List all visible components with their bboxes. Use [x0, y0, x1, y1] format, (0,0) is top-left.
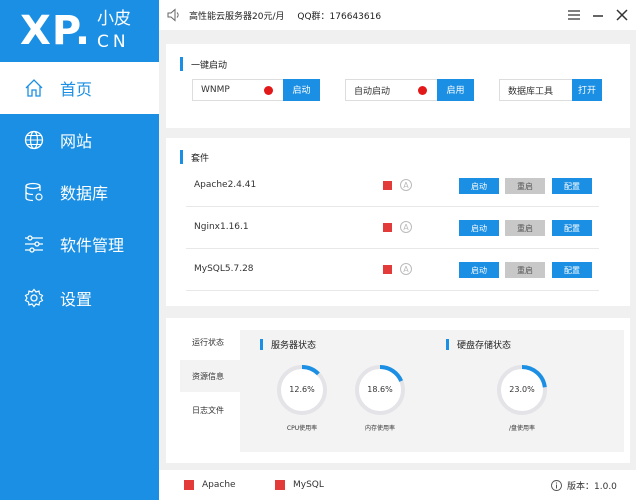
sliders-icon [24, 234, 44, 254]
speaker-icon [167, 8, 181, 22]
app-logo: XP. 小皮 CN [0, 0, 159, 62]
database-icon [24, 182, 44, 202]
suite-status-indicator [383, 181, 392, 190]
disk-usage-caption: /盘使用率 [508, 425, 536, 432]
nginx-config-button[interactable]: 配置 [552, 220, 592, 236]
menu-icon[interactable] [567, 8, 581, 22]
sidebar-item-label: 数据库 [60, 184, 109, 203]
announcement-text[interactable]: 高性能云服务器20元/月 [189, 12, 285, 22]
mysql-status-indicator [275, 480, 285, 490]
cpu-usage-value: 12.6% [289, 385, 315, 394]
auto-start-enable-button[interactable]: 启用 [437, 78, 474, 101]
status-content: 服务器状态 硬盘存储状态 12.6% CPU使用率 18.6% 内存使用率 23… [240, 330, 624, 452]
sidebar-item-label: 网站 [60, 132, 93, 151]
sidebar: XP. 小皮 CN 首页 网站 数据库 软件管理 设置 [0, 0, 159, 500]
suite-name: Apache2.4.41 [194, 180, 257, 190]
suite-name: MySQL5.7.28 [194, 264, 254, 274]
footer-status-bar: Apache MySQL 版本：1.0.0 [159, 470, 636, 500]
suites-title: 套件 [180, 150, 209, 164]
minimize-icon[interactable] [591, 8, 605, 22]
auto-start-icon[interactable]: A [400, 263, 412, 275]
nginx-start-button[interactable]: 启动 [459, 220, 499, 236]
globe-icon [24, 130, 44, 150]
logo-main-text: XP. [20, 8, 92, 54]
auto-start-icon[interactable]: A [400, 179, 412, 191]
sidebar-item-label: 软件管理 [60, 236, 125, 255]
apache-start-button[interactable]: 启动 [459, 178, 499, 194]
cpu-usage-caption: CPU使用率 [286, 425, 318, 432]
version-info: 版本：1.0.0 [551, 470, 617, 500]
db-tool-open-button[interactable]: 打开 [572, 78, 602, 101]
mysql-restart-button[interactable]: 重启 [505, 262, 545, 278]
tab-log-files[interactable]: 日志文件 [180, 394, 244, 426]
apache-status-indicator [184, 480, 194, 490]
apache-footer-status: Apache [184, 470, 236, 500]
logo-zh-text: 小皮 [97, 9, 132, 29]
disk-usage-value: 23.0% [509, 385, 535, 394]
sidebar-item-websites[interactable]: 网站 [0, 114, 159, 166]
suite-row-apache: Apache2.4.41 A 启动 重启 配置 [186, 165, 599, 207]
wnmp-label: WNMP [201, 85, 230, 95]
mysql-start-button[interactable]: 启动 [459, 262, 499, 278]
mysql-config-button[interactable]: 配置 [552, 262, 592, 278]
sidebar-item-label: 首页 [60, 80, 93, 99]
sidebar-item-home[interactable]: 首页 [0, 62, 159, 114]
memory-usage-caption: 内存使用率 [364, 425, 395, 432]
quick-start-title: 一键启动 [180, 57, 227, 71]
tab-resource-info[interactable]: 资源信息 [180, 360, 244, 392]
suites-panel: 套件 Apache2.4.41 A 启动 重启 配置 Nginx1.16.1 A… [166, 138, 630, 306]
top-bar: 高性能云服务器20元/月 QQ群：176643616 [159, 0, 636, 30]
apache-restart-button[interactable]: 重启 [505, 178, 545, 194]
sidebar-item-settings[interactable]: 设置 [0, 272, 159, 324]
suite-status-indicator [383, 223, 392, 232]
mysql-footer-status: MySQL [275, 470, 324, 500]
apache-footer-label: Apache [202, 480, 236, 490]
wnmp-start-button[interactable]: 启动 [283, 78, 320, 101]
sidebar-item-database[interactable]: 数据库 [0, 166, 159, 218]
auto-start-label: 自动启动 [354, 86, 391, 97]
version-label: 版本：1.0.0 [567, 481, 617, 492]
disk-status-title: 硬盘存储状态 [446, 338, 511, 351]
db-tool-control: 数据库工具 打开 [499, 78, 602, 101]
auto-start-status-dot [418, 85, 427, 95]
suite-row-nginx: Nginx1.16.1 A 启动 重启 配置 [186, 207, 599, 249]
mysql-footer-label: MySQL [293, 480, 324, 490]
auto-start-icon[interactable]: A [400, 221, 412, 233]
close-icon[interactable] [615, 8, 629, 22]
suite-status-indicator [383, 265, 392, 274]
server-status-title: 服务器状态 [260, 338, 316, 351]
auto-start-control: 自动启动 启用 [345, 78, 474, 101]
info-icon[interactable] [551, 479, 562, 491]
wnmp-status-dot [264, 85, 273, 95]
suite-row-mysql: MySQL5.7.28 A 启动 重启 配置 [186, 249, 599, 291]
apache-config-button[interactable]: 配置 [552, 178, 592, 194]
gear-icon [24, 288, 44, 308]
sidebar-item-software[interactable]: 软件管理 [0, 218, 159, 270]
quick-start-panel: 一键启动 WNMP 启动 自动启动 启用 数据库工具 打开 [166, 44, 630, 128]
sidebar-item-label: 设置 [60, 290, 93, 309]
memory-usage-value: 18.6% [367, 385, 393, 394]
logo-cn-text: CN [97, 32, 130, 52]
status-panel: 运行状态 资源信息 日志文件 服务器状态 硬盘存储状态 12.6% CPU使用率… [166, 318, 630, 463]
suite-name: Nginx1.16.1 [194, 222, 249, 232]
db-tool-label: 数据库工具 [508, 86, 554, 97]
wnmp-control: WNMP 启动 [192, 78, 320, 101]
home-icon [24, 78, 44, 98]
qq-group-text: QQ群：176643616 [297, 11, 382, 22]
tab-running-status[interactable]: 运行状态 [180, 326, 244, 358]
nginx-restart-button[interactable]: 重启 [505, 220, 545, 236]
